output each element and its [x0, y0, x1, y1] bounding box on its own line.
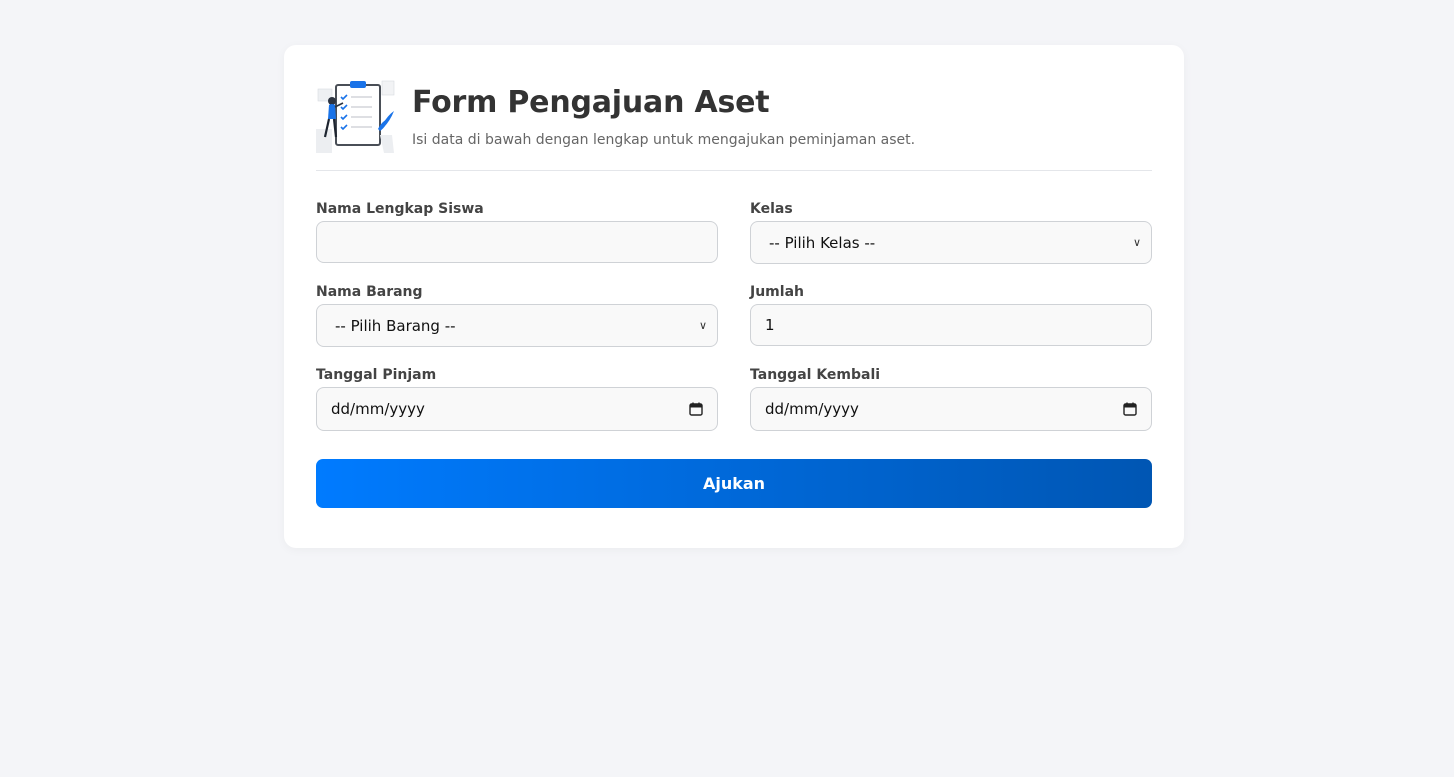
nama-siswa-label: Nama Lengkap Siswa [316, 201, 484, 217]
jumlah-label: Jumlah [750, 284, 804, 300]
tanggal-kembali-input[interactable]: dd/mm/yyyy [750, 387, 1152, 431]
form-grid: Nama Lengkap Siswa Kelas -- Pilih Kelas … [316, 201, 1152, 451]
nama-siswa-field: Nama Lengkap Siswa [316, 201, 718, 264]
tanggal-pinjam-input[interactable]: dd/mm/yyyy [316, 387, 718, 431]
header-text: Form Pengajuan Aset Isi data di bawah de… [412, 85, 915, 148]
chevron-down-icon: ∨ [698, 319, 707, 332]
nama-siswa-input[interactable] [316, 221, 718, 263]
tanggal-kembali-field: Tanggal Kembali dd/mm/yyyy [750, 367, 1152, 431]
page-subtitle: Isi data di bawah dengan lengkap untuk m… [412, 132, 916, 148]
calendar-icon[interactable] [1123, 402, 1137, 416]
tanggal-kembali-label: Tanggal Kembali [750, 367, 881, 383]
nama-barang-field: Nama Barang -- Pilih Barang -- ∨ [316, 284, 718, 347]
tanggal-pinjam-field: Tanggal Pinjam dd/mm/yyyy [316, 367, 718, 431]
kelas-select[interactable]: -- Pilih Kelas -- ∨ [750, 221, 1152, 264]
form-card: Form Pengajuan Aset Isi data di bawah de… [284, 45, 1184, 548]
page-title: Form Pengajuan Aset [412, 85, 770, 120]
jumlah-field: Jumlah 1 [750, 284, 1152, 347]
kelas-label: Kelas [750, 201, 793, 217]
chevron-down-icon: ∨ [1132, 236, 1141, 249]
kelas-selected-value: -- Pilih Kelas -- [769, 233, 876, 252]
nama-barang-select[interactable]: -- Pilih Barang -- ∨ [316, 304, 718, 347]
nama-barang-selected-value: -- Pilih Barang -- [335, 316, 456, 335]
clipboard-checklist-icon [316, 80, 395, 153]
form-header: Form Pengajuan Aset Isi data di bawah de… [316, 77, 1152, 171]
ajukan-button[interactable]: Ajukan [316, 459, 1152, 508]
tanggal-kembali-placeholder: dd/mm/yyyy [765, 400, 859, 418]
calendar-icon[interactable] [689, 402, 703, 416]
tanggal-pinjam-label: Tanggal Pinjam [316, 367, 437, 383]
nama-barang-label: Nama Barang [316, 284, 423, 300]
jumlah-input[interactable]: 1 [750, 304, 1152, 346]
kelas-field: Kelas -- Pilih Kelas -- ∨ [750, 201, 1152, 264]
tanggal-pinjam-placeholder: dd/mm/yyyy [331, 400, 425, 418]
